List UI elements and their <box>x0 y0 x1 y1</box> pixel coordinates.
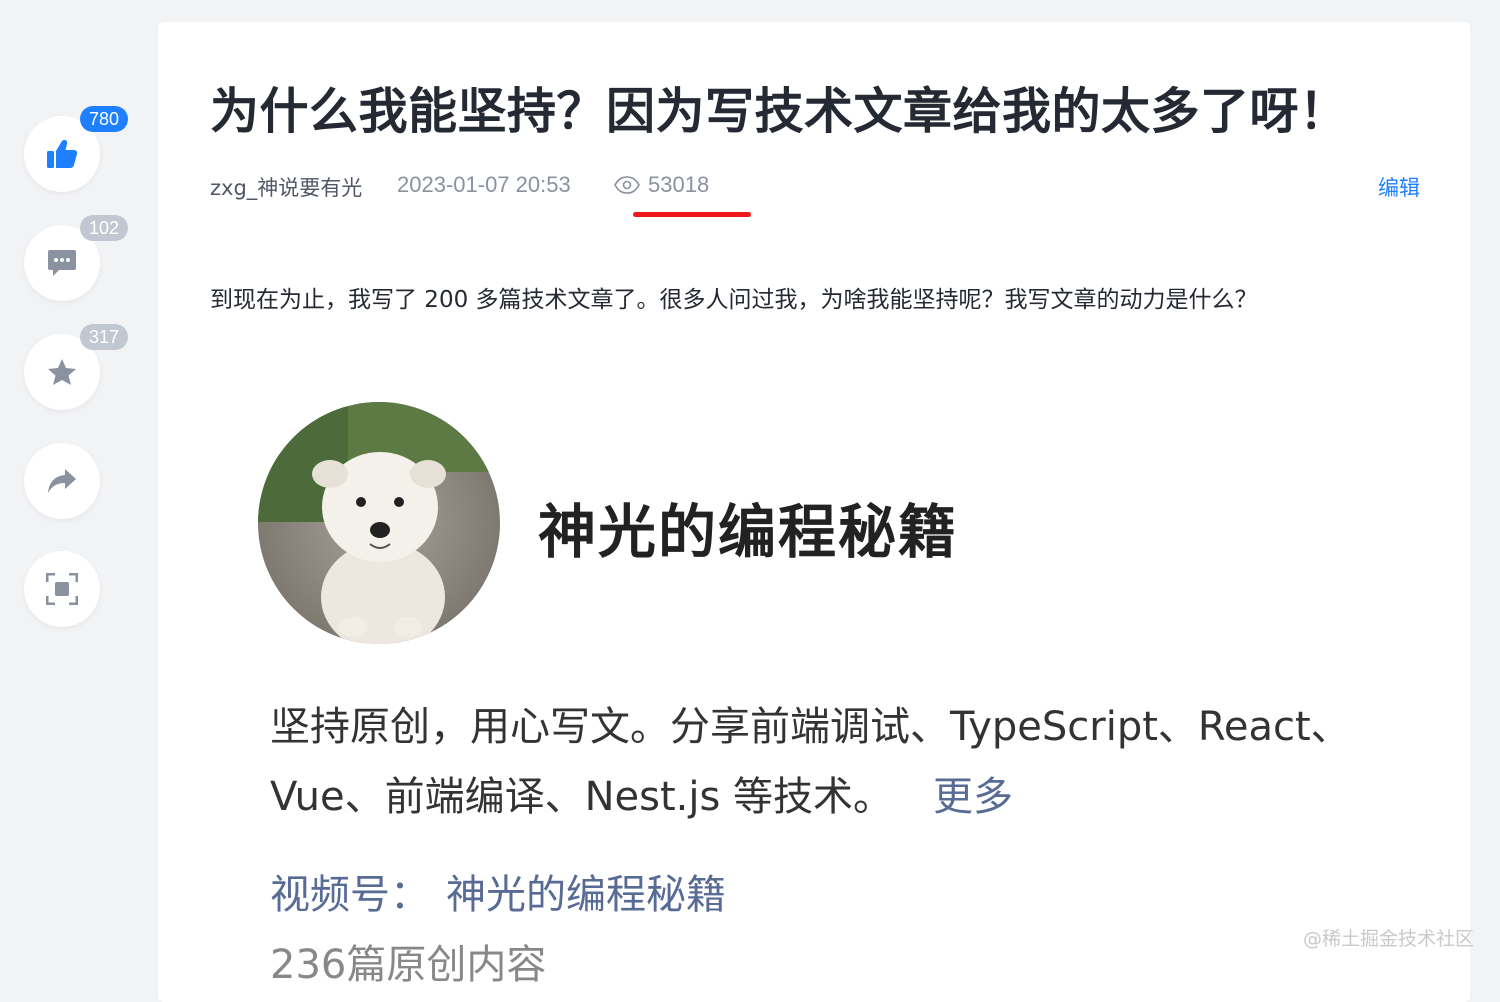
avatar <box>258 402 500 644</box>
watermark: @稀土掘金技术社区 <box>1302 928 1474 950</box>
article-intro: 到现在为止，我写了 200 多篇技术文章了。很多人问过我，为啥我能坚持呢？我写文… <box>210 287 1258 313</box>
article-count: 236篇原创内容 <box>270 942 547 988</box>
comment-button[interactable]: 102 <box>24 215 129 301</box>
publish-date: 2023-01-07 20:53 <box>397 172 571 197</box>
channel-label: 视频号： <box>270 872 430 918</box>
fullscreen-icon <box>46 573 78 605</box>
edit-link[interactable]: 编辑 <box>1378 172 1420 202</box>
view-count-value: 53018 <box>648 172 710 197</box>
share-icon <box>48 469 76 493</box>
profile-name: 神光的编程秘籍 <box>538 498 959 566</box>
like-count-badge: 780 <box>80 106 129 132</box>
red-underline-mark <box>633 212 751 217</box>
thumbs-up-icon <box>47 140 78 168</box>
channel-line: 视频号： 神光的编程秘籍 <box>270 862 726 920</box>
description-text: 坚持原创，用心写文。分享前端调试、TypeScript、React、Vue、前端… <box>270 704 1351 820</box>
author-name[interactable]: zxg_神说要有光 <box>210 172 362 202</box>
more-link: 更多 <box>933 774 1014 820</box>
article-title: 为什么我能坚持？因为写技术文章给我的太多了呀！ <box>210 83 1349 140</box>
share-button[interactable] <box>24 443 100 519</box>
profile-description: 坚持原创，用心写文。分享前端调试、TypeScript、React、Vue、前端… <box>270 692 1380 832</box>
article-meta: zxg_神说要有光 2023-01-07 20:53 53018 编辑 <box>210 172 1420 200</box>
comment-count-badge: 102 <box>80 215 129 241</box>
view-count: 53018 <box>614 172 709 198</box>
puppy-photo <box>258 402 500 644</box>
collect-button[interactable]: 317 <box>24 324 129 410</box>
collect-count-badge: 317 <box>80 324 129 350</box>
channel-name: 神光的编程秘籍 <box>446 872 726 918</box>
fullscreen-button[interactable] <box>24 551 100 627</box>
article-card: 为什么我能坚持？因为写技术文章给我的太多了呀！ zxg_神说要有光 2023-0… <box>158 22 1470 1002</box>
star-icon <box>48 359 76 385</box>
like-button[interactable]: 780 <box>24 106 129 192</box>
eye-icon <box>614 176 640 194</box>
embedded-profile-image: 神光的编程秘籍 坚持原创，用心写文。分享前端调试、TypeScript、Reac… <box>258 402 1378 1002</box>
comment-icon <box>48 250 76 276</box>
